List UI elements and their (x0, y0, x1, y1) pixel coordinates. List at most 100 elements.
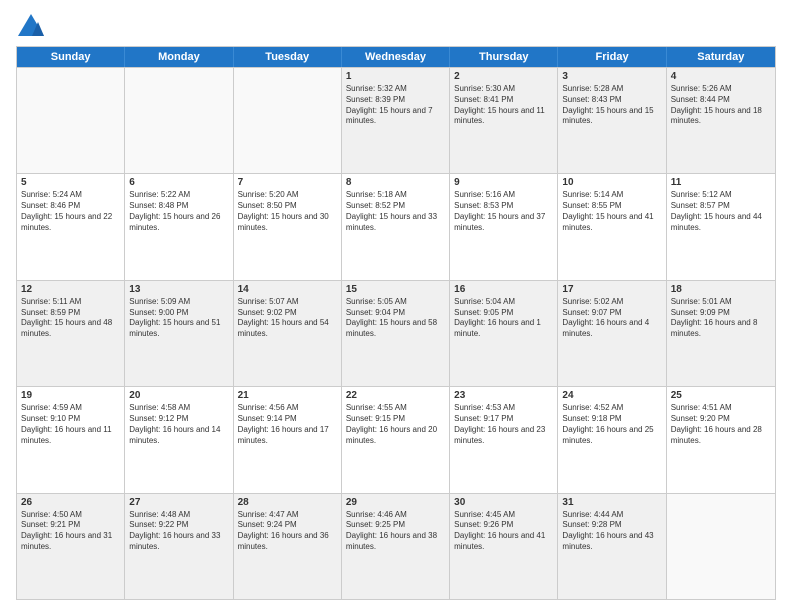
cell-info: Sunrise: 5:30 AMSunset: 8:41 PMDaylight:… (454, 84, 553, 127)
cell-info: Sunrise: 5:24 AMSunset: 8:46 PMDaylight:… (21, 190, 120, 233)
calendar-cell: 3 Sunrise: 5:28 AMSunset: 8:43 PMDaylight… (558, 68, 666, 173)
day-number: 2 (454, 71, 553, 82)
calendar-cell: 1 Sunrise: 5:32 AMSunset: 8:39 PMDaylight… (342, 68, 450, 173)
calendar-cell: 6Sunrise: 5:22 AMSunset: 8:48 PMDaylight… (125, 174, 233, 279)
cell-info: Sunrise: 5:18 AMSunset: 8:52 PMDaylight:… (346, 190, 445, 233)
calendar-cell: 15 Sunrise: 5:05 AMSunset: 9:04 PMDayligh… (342, 281, 450, 386)
cell-info: Sunrise: 4:53 AMSunset: 9:17 PMDaylight:… (454, 403, 553, 446)
calendar-cell: 17 Sunrise: 5:02 AMSunset: 9:07 PMDayligh… (558, 281, 666, 386)
day-number: 27 (129, 497, 228, 508)
calendar-cell: 24Sunrise: 4:52 AMSunset: 9:18 PMDayligh… (558, 387, 666, 492)
day-number: 21 (238, 390, 337, 401)
calendar-cell: 13 Sunrise: 5:09 AMSunset: 9:00 PMDayligh… (125, 281, 233, 386)
cell-info: Sunrise: 5:11 AMSunset: 8:59 PMDaylight:… (21, 297, 120, 340)
cell-info: Sunrise: 4:59 AMSunset: 9:10 PMDaylight:… (21, 403, 120, 446)
cell-info: Sunrise: 4:45 AMSunset: 9:26 PMDaylight:… (454, 510, 553, 553)
calendar-cell: 22 Sunrise: 4:55 AMSunset: 9:15 PMDayligh… (342, 387, 450, 492)
calendar-cell: 29 Sunrise: 4:46 AMSunset: 9:25 PMDayligh… (342, 494, 450, 599)
day-number: 15 (346, 284, 445, 295)
calendar-row-4: 26 Sunrise: 4:50 AMSunset: 9:21 PMDayligh… (17, 493, 775, 599)
cell-info: Sunrise: 5:28 AMSunset: 8:43 PMDaylight:… (562, 84, 661, 127)
cell-info: Sunrise: 5:32 AMSunset: 8:39 PMDaylight:… (346, 84, 445, 127)
calendar-row-0: 1 Sunrise: 5:32 AMSunset: 8:39 PMDaylight… (17, 67, 775, 173)
calendar-body: 1 Sunrise: 5:32 AMSunset: 8:39 PMDaylight… (17, 67, 775, 599)
calendar-cell: 7 Sunrise: 5:20 AMSunset: 8:50 PMDaylight… (234, 174, 342, 279)
day-number: 3 (562, 71, 661, 82)
calendar-cell: 31 Sunrise: 4:44 AMSunset: 9:28 PMDayligh… (558, 494, 666, 599)
calendar-cell: 12 Sunrise: 5:11 AMSunset: 8:59 PMDayligh… (17, 281, 125, 386)
calendar-cell: 18 Sunrise: 5:01 AMSunset: 9:09 PMDayligh… (667, 281, 775, 386)
calendar-header-row: SundayMondayTuesdayWednesdayThursdayFrid… (17, 47, 775, 67)
cell-info: Sunrise: 5:26 AMSunset: 8:44 PMDaylight:… (671, 84, 771, 127)
cell-info: Sunrise: 4:55 AMSunset: 9:15 PMDaylight:… (346, 403, 445, 446)
calendar-cell: 25 Sunrise: 4:51 AMSunset: 9:20 PMDayligh… (667, 387, 775, 492)
day-number: 25 (671, 390, 771, 401)
cell-info: Sunrise: 4:48 AMSunset: 9:22 PMDaylight:… (129, 510, 228, 553)
day-number: 18 (671, 284, 771, 295)
day-number: 19 (21, 390, 120, 401)
calendar-cell: 4 Sunrise: 5:26 AMSunset: 8:44 PMDaylight… (667, 68, 775, 173)
day-number: 23 (454, 390, 553, 401)
calendar: SundayMondayTuesdayWednesdayThursdayFrid… (16, 46, 776, 600)
cell-info: Sunrise: 5:02 AMSunset: 9:07 PMDaylight:… (562, 297, 661, 340)
day-number: 6 (129, 177, 228, 188)
day-number: 9 (454, 177, 553, 188)
header-cell-wednesday: Wednesday (342, 47, 450, 67)
calendar-cell: 19 Sunrise: 4:59 AMSunset: 9:10 PMDayligh… (17, 387, 125, 492)
calendar-cell: 21Sunrise: 4:56 AMSunset: 9:14 PMDayligh… (234, 387, 342, 492)
calendar-cell: 23 Sunrise: 4:53 AMSunset: 9:17 PMDayligh… (450, 387, 558, 492)
cell-info: Sunrise: 4:47 AMSunset: 9:24 PMDaylight:… (238, 510, 337, 553)
header-cell-saturday: Saturday (667, 47, 775, 67)
calendar-cell (234, 68, 342, 173)
day-number: 29 (346, 497, 445, 508)
page: SundayMondayTuesdayWednesdayThursdayFrid… (0, 0, 792, 612)
day-number: 5 (21, 177, 120, 188)
cell-info: Sunrise: 5:01 AMSunset: 9:09 PMDaylight:… (671, 297, 771, 340)
cell-info: Sunrise: 5:05 AMSunset: 9:04 PMDaylight:… (346, 297, 445, 340)
cell-info: Sunrise: 5:07 AMSunset: 9:02 PMDaylight:… (238, 297, 337, 340)
calendar-cell: 28 Sunrise: 4:47 AMSunset: 9:24 PMDayligh… (234, 494, 342, 599)
day-number: 17 (562, 284, 661, 295)
day-number: 13 (129, 284, 228, 295)
header-cell-monday: Monday (125, 47, 233, 67)
calendar-row-1: 5 Sunrise: 5:24 AMSunset: 8:46 PMDaylight… (17, 173, 775, 279)
cell-info: Sunrise: 4:46 AMSunset: 9:25 PMDaylight:… (346, 510, 445, 553)
day-number: 1 (346, 71, 445, 82)
calendar-cell: 27 Sunrise: 4:48 AMSunset: 9:22 PMDayligh… (125, 494, 233, 599)
cell-info: Sunrise: 5:16 AMSunset: 8:53 PMDaylight:… (454, 190, 553, 233)
calendar-cell: 14Sunrise: 5:07 AMSunset: 9:02 PMDayligh… (234, 281, 342, 386)
cell-info: Sunrise: 4:44 AMSunset: 9:28 PMDaylight:… (562, 510, 661, 553)
day-number: 7 (238, 177, 337, 188)
day-number: 30 (454, 497, 553, 508)
calendar-cell: 20 Sunrise: 4:58 AMSunset: 9:12 PMDayligh… (125, 387, 233, 492)
header (16, 12, 776, 40)
cell-info: Sunrise: 5:12 AMSunset: 8:57 PMDaylight:… (671, 190, 771, 233)
cell-info: Sunrise: 4:58 AMSunset: 9:12 PMDaylight:… (129, 403, 228, 446)
calendar-cell: 30 Sunrise: 4:45 AMSunset: 9:26 PMDayligh… (450, 494, 558, 599)
calendar-cell: 5 Sunrise: 5:24 AMSunset: 8:46 PMDaylight… (17, 174, 125, 279)
cell-info: Sunrise: 4:51 AMSunset: 9:20 PMDaylight:… (671, 403, 771, 446)
calendar-row-3: 19 Sunrise: 4:59 AMSunset: 9:10 PMDayligh… (17, 386, 775, 492)
day-number: 16 (454, 284, 553, 295)
day-number: 28 (238, 497, 337, 508)
cell-info: Sunrise: 5:09 AMSunset: 9:00 PMDaylight:… (129, 297, 228, 340)
day-number: 31 (562, 497, 661, 508)
day-number: 4 (671, 71, 771, 82)
calendar-row-2: 12 Sunrise: 5:11 AMSunset: 8:59 PMDayligh… (17, 280, 775, 386)
day-number: 12 (21, 284, 120, 295)
calendar-cell: 11 Sunrise: 5:12 AMSunset: 8:57 PMDayligh… (667, 174, 775, 279)
calendar-cell: 9 Sunrise: 5:16 AMSunset: 8:53 PMDaylight… (450, 174, 558, 279)
day-number: 20 (129, 390, 228, 401)
cell-info: Sunrise: 4:52 AMSunset: 9:18 PMDaylight:… (562, 403, 661, 446)
cell-info: Sunrise: 4:50 AMSunset: 9:21 PMDaylight:… (21, 510, 120, 553)
day-number: 26 (21, 497, 120, 508)
logo (16, 12, 50, 40)
calendar-cell: 26 Sunrise: 4:50 AMSunset: 9:21 PMDayligh… (17, 494, 125, 599)
cell-info: Sunrise: 5:14 AMSunset: 8:55 PMDaylight:… (562, 190, 661, 233)
header-cell-thursday: Thursday (450, 47, 558, 67)
day-number: 11 (671, 177, 771, 188)
calendar-cell: 2 Sunrise: 5:30 AMSunset: 8:41 PMDaylight… (450, 68, 558, 173)
cell-info: Sunrise: 5:04 AMSunset: 9:05 PMDaylight:… (454, 297, 553, 340)
cell-info: Sunrise: 5:20 AMSunset: 8:50 PMDaylight:… (238, 190, 337, 233)
day-number: 22 (346, 390, 445, 401)
